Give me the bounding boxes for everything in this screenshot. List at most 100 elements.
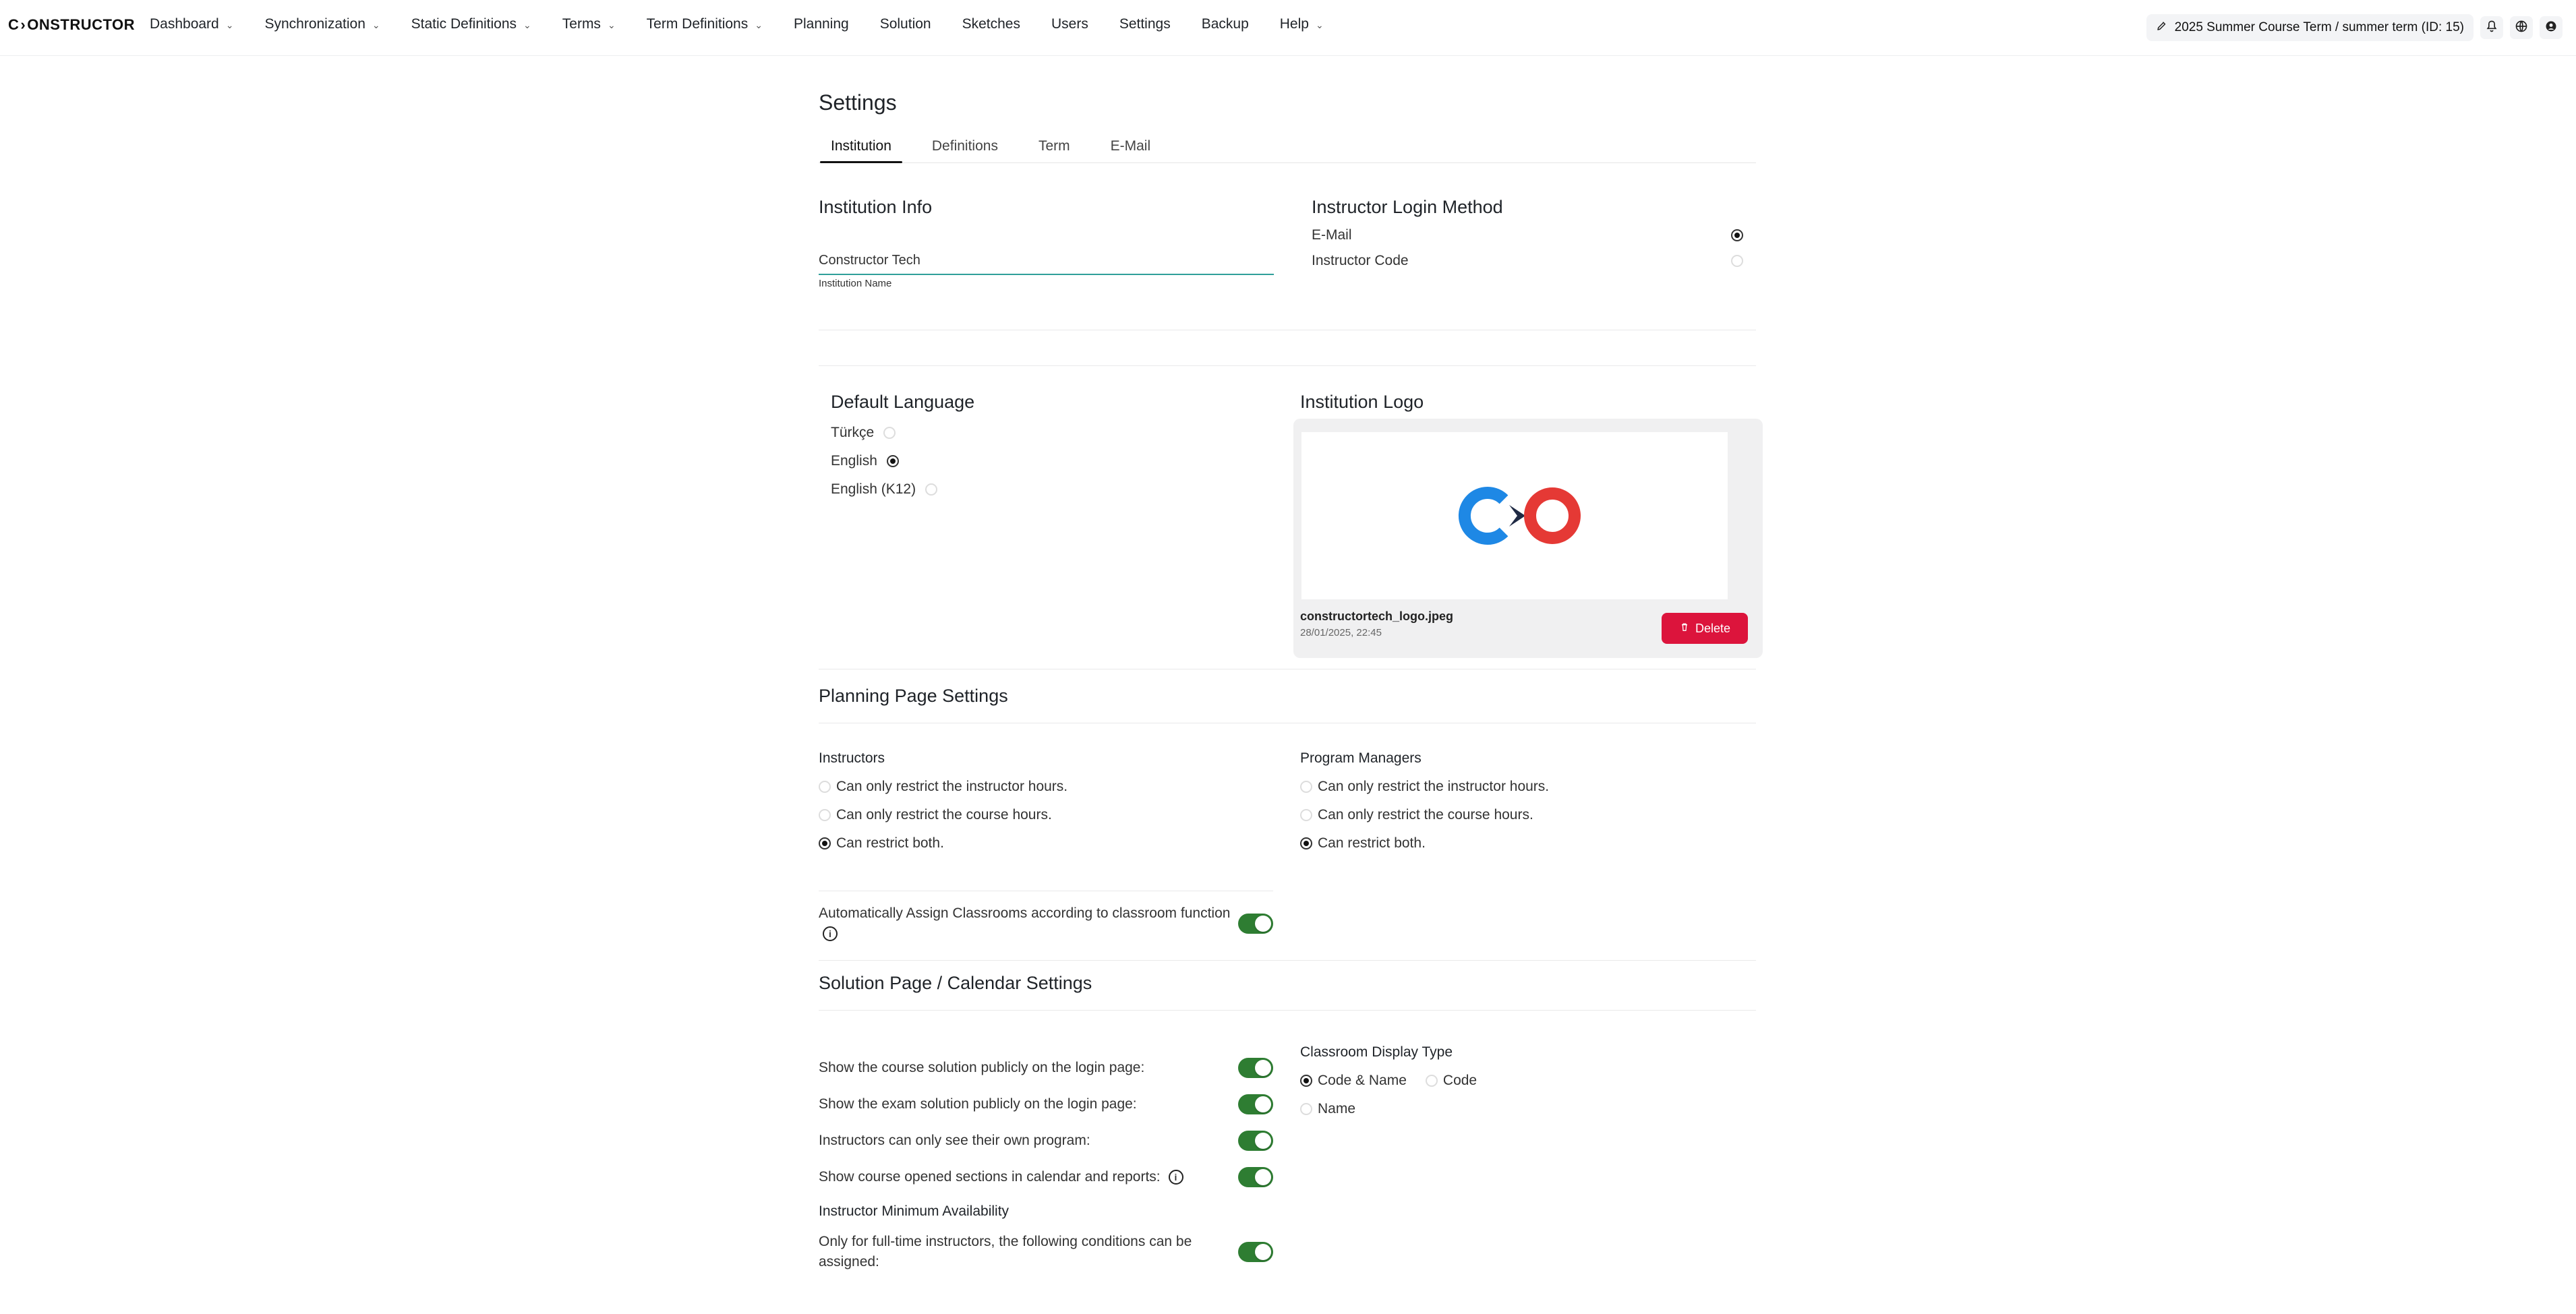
radio-pm-2[interactable] xyxy=(1300,809,1312,821)
planning-settings: Planning Page Settings Instructors Can o… xyxy=(819,669,1756,944)
radio-name[interactable] xyxy=(1300,1103,1312,1115)
nav-help[interactable]: Help ⌄ xyxy=(1280,16,1324,32)
brand-logo[interactable]: C›ONSTRUCTOR xyxy=(8,16,135,34)
instructors-option-3[interactable]: Can restrict both. xyxy=(819,835,1250,852)
instructors-heading: Instructors xyxy=(819,750,885,766)
nav-users[interactable]: Users xyxy=(1051,16,1088,32)
nav-dashboard[interactable]: Dashboard ⌄ xyxy=(150,16,233,32)
language-option-english[interactable]: English xyxy=(831,453,1262,469)
main-nav: Dashboard ⌄ Synchronization ⌄ Static Defin… xyxy=(150,16,1324,32)
term-selector[interactable]: 2025 Summer Course Term / summer term (I… xyxy=(2146,14,2473,41)
course-solution-toggle[interactable] xyxy=(1238,1058,1273,1078)
nav-synchronization[interactable]: Synchronization ⌄ xyxy=(264,16,380,32)
classroom-display-row-1: Code & Name Code xyxy=(1300,1073,1732,1089)
solution-grid: Show the course solution publicly on the… xyxy=(819,1031,1756,1314)
tab-term[interactable]: Term xyxy=(1028,130,1081,162)
solution-toggle-opened-sections: Show course opened sections in calendar … xyxy=(819,1167,1273,1187)
radio-turkce[interactable] xyxy=(883,427,896,439)
top-right-tools: 2025 Summer Course Term / summer term (I… xyxy=(2146,14,2563,41)
radio-instr-3[interactable] xyxy=(819,837,831,849)
notifications-button[interactable] xyxy=(2480,16,2503,39)
divider xyxy=(819,960,1756,961)
classroom-display-heading: Classroom Display Type xyxy=(1300,1044,1453,1060)
chevron-down-icon: ⌄ xyxy=(523,19,531,30)
nav-settings[interactable]: Settings xyxy=(1119,16,1171,32)
login-option-instructor-code[interactable]: Instructor Code xyxy=(1312,253,1743,269)
pm-option-2[interactable]: Can only restrict the course hours. xyxy=(1300,807,1732,823)
radio-code-name[interactable] xyxy=(1300,1075,1312,1087)
instructor-login-method: Instructor Login Method E-Mail Instructo… xyxy=(1312,197,1743,269)
input-underline xyxy=(819,274,1274,275)
info-icon[interactable]: i xyxy=(1168,1170,1183,1185)
logo-file-date: 28/01/2025, 22:45 xyxy=(1300,627,1382,638)
classroom-display-name[interactable]: Name xyxy=(1300,1101,1355,1117)
opened-sections-toggle[interactable] xyxy=(1238,1167,1273,1187)
radio-instr-1[interactable] xyxy=(819,781,831,793)
classroom-display-row-2: Name xyxy=(1300,1101,1732,1117)
logo-preview xyxy=(1301,432,1728,599)
chevron-down-icon: ⌄ xyxy=(1315,19,1324,30)
instructors-option-2[interactable]: Can only restrict the course hours. xyxy=(819,807,1250,823)
fulltime-conditions-row: Only for full-time instructors, the foll… xyxy=(819,1232,1273,1272)
tab-definitions[interactable]: Definitions xyxy=(921,130,1009,162)
default-language-heading: Default Language xyxy=(831,392,975,412)
info-icon[interactable]: i xyxy=(823,926,838,942)
classroom-display-type: Classroom Display Type Code & Name Code … xyxy=(1300,1044,1732,1117)
language-option-english-k12[interactable]: English (K12) xyxy=(831,481,1262,498)
pm-option-1[interactable]: Can only restrict the instructor hours. xyxy=(1300,779,1732,795)
nav-planning[interactable]: Planning xyxy=(794,16,849,32)
nav-term-definitions[interactable]: Term Definitions ⌄ xyxy=(647,16,763,32)
nav-backup[interactable]: Backup xyxy=(1202,16,1249,32)
tab-email[interactable]: E-Mail xyxy=(1100,130,1162,162)
language-button[interactable] xyxy=(2510,16,2533,39)
institution-logo-heading: Institution Logo xyxy=(1300,392,1424,412)
institution-info-heading: Institution Info xyxy=(819,197,933,217)
auto-assign-label: Automatically Assign Classrooms accordin… xyxy=(819,903,1238,944)
delete-logo-button[interactable]: Delete xyxy=(1662,613,1748,644)
institution-name-label: Institution Name xyxy=(819,278,892,289)
solution-toggle-exam: Show the exam solution publicly on the l… xyxy=(819,1094,1273,1114)
nav-solution[interactable]: Solution xyxy=(880,16,931,32)
logo-file-name: constructortech_logo.jpeg xyxy=(1300,609,1454,623)
planning-columns: Instructors Can only restrict the instru… xyxy=(819,750,1756,896)
login-method-heading: Instructor Login Method xyxy=(1312,197,1503,217)
instructors-option-1[interactable]: Can only restrict the instructor hours. xyxy=(819,779,1250,795)
classroom-display-code[interactable]: Code xyxy=(1425,1073,1477,1089)
tab-institution[interactable]: Institution xyxy=(820,130,902,163)
chevron-down-icon: ⌄ xyxy=(607,19,616,30)
classroom-display-code-name[interactable]: Code & Name xyxy=(1300,1073,1407,1089)
pm-option-3[interactable]: Can restrict both. xyxy=(1300,835,1732,852)
radio-instr-2[interactable] xyxy=(819,809,831,821)
exam-solution-toggle[interactable] xyxy=(1238,1094,1273,1114)
edit-icon xyxy=(2156,20,2168,36)
instructors-options: Instructors Can only restrict the instru… xyxy=(819,750,1250,852)
logo-panel: constructortech_logo.jpeg 28/01/2025, 22… xyxy=(1293,419,1763,658)
nav-static-definitions[interactable]: Static Definitions ⌄ xyxy=(411,16,531,32)
auto-assign-classrooms-row: Automatically Assign Classrooms accordin… xyxy=(819,903,1273,944)
user-menu-button[interactable] xyxy=(2540,16,2563,39)
radio-english[interactable] xyxy=(886,455,899,467)
login-option-email[interactable]: E-Mail xyxy=(1312,227,1743,243)
institution-name-input[interactable]: Constructor Tech xyxy=(819,253,1277,268)
radio-english-k12[interactable] xyxy=(925,483,938,496)
solution-toggle-own-program: Instructors can only see their own progr… xyxy=(819,1131,1273,1151)
radio-instructor-code[interactable] xyxy=(1731,255,1743,267)
solution-toggle-course: Show the course solution publicly on the… xyxy=(819,1058,1273,1078)
nav-terms[interactable]: Terms ⌄ xyxy=(562,16,616,32)
radio-email[interactable] xyxy=(1731,229,1743,241)
auto-assign-toggle[interactable] xyxy=(1238,914,1273,934)
divider xyxy=(819,365,1756,366)
default-language: Default Language Türkçe English English … xyxy=(831,392,1262,498)
fulltime-conditions-toggle[interactable] xyxy=(1238,1242,1273,1262)
radio-pm-1[interactable] xyxy=(1300,781,1312,793)
user-icon xyxy=(2544,20,2558,36)
settings-page: Settings Institution Definitions Term E-… xyxy=(819,82,1763,1314)
radio-code[interactable] xyxy=(1425,1075,1438,1087)
page-title: Settings xyxy=(819,90,897,115)
planning-heading: Planning Page Settings xyxy=(819,686,1008,706)
nav-sketches[interactable]: Sketches xyxy=(962,16,1020,32)
own-program-toggle[interactable] xyxy=(1238,1131,1273,1151)
radio-pm-3[interactable] xyxy=(1300,837,1312,849)
program-managers-heading: Program Managers xyxy=(1300,750,1422,766)
language-option-turkce[interactable]: Türkçe xyxy=(831,425,1262,441)
